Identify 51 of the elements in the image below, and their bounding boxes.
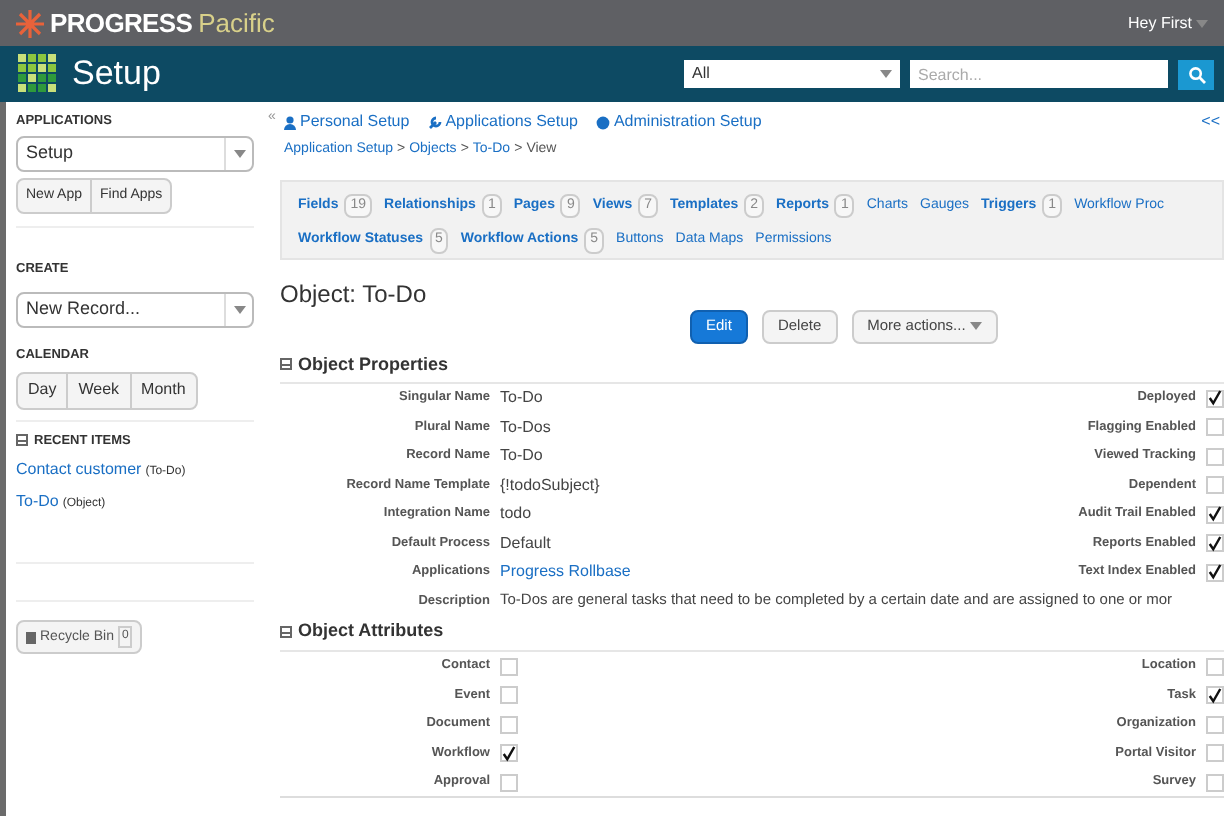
wrench-icon [427,115,442,129]
caret-icon [969,322,982,330]
field-value: To-Do [500,444,545,469]
calendar-button[interactable]: Day [18,373,67,407]
checkbox[interactable] [1206,505,1224,524]
trash-icon [26,631,36,644]
calendar-button[interactable]: Week [66,373,130,407]
person-icon [284,115,296,129]
checkmark-icon [1208,390,1222,407]
object-title: Object: To-Do [280,277,429,311]
dropdown-caret-icon [880,70,892,78]
section-heading: Object Properties [298,351,449,378]
field-value: {!todoSubject} [500,473,602,498]
checkbox[interactable] [1206,686,1224,704]
app-grid-icon [18,54,58,94]
collapse-icon[interactable] [280,358,292,371]
setup-link[interactable]: Personal Setup [284,110,410,134]
collapse-icon[interactable] [280,626,292,638]
checkbox[interactable] [1206,563,1224,582]
app-title: Setup [72,52,161,97]
checkmark-icon [1208,687,1222,703]
collapse-link[interactable]: << [1201,110,1220,134]
setup-link[interactable]: Administration Setup [595,110,762,134]
collapse-icon[interactable] [16,434,28,447]
search-field[interactable]: Search... [910,60,1168,88]
scope-dropdown[interactable]: All [684,60,900,88]
field-value: todo [500,502,534,527]
caret-icon [1196,19,1208,27]
checkbox[interactable] [1206,534,1224,553]
field-link[interactable]: Progress Rollbase [500,560,906,585]
setup-link[interactable]: Applications Setup [427,110,578,134]
field-value: To-Dos [500,415,553,440]
field-value: Default [500,531,553,556]
dropdown-field[interactable]: Setup [16,135,254,172]
section-heading: Object Attributes [298,618,444,645]
recent-item-link[interactable]: Contact customer [16,458,142,483]
recent-item-link[interactable]: To-Do [16,490,59,515]
brand-name: PROGRESS [50,5,193,42]
checkbox[interactable] [500,744,518,762]
checkbox[interactable] [1206,389,1224,408]
dropdown-caret-icon [233,149,245,158]
product-name: Pacific [198,5,275,42]
star-burst-icon [16,9,44,37]
checkmark-icon [502,745,516,761]
user-menu[interactable]: Hey First [1128,11,1208,35]
field-value: To-Do [500,386,545,411]
calendar-button[interactable]: Month [129,373,196,407]
search-button[interactable] [1178,59,1214,89]
search-icon [1187,65,1205,83]
dropdown-caret-icon [233,305,245,314]
dropdown-field[interactable]: New Record... [16,291,254,328]
